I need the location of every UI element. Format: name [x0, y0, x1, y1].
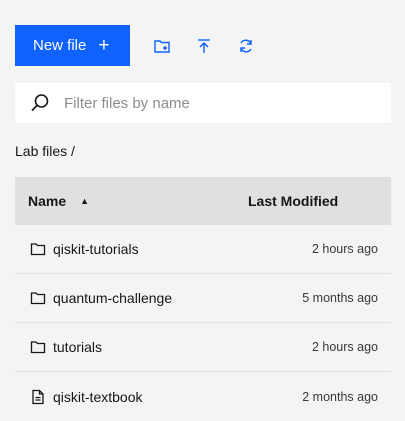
sort-ascending-icon: ▲ [80, 196, 90, 206]
name-column-header[interactable]: Name ▲ [15, 193, 248, 209]
new-folder-icon[interactable] [151, 35, 173, 57]
last-modified-column-header[interactable]: Last Modified [248, 193, 338, 209]
search-icon [30, 93, 50, 113]
document-icon [30, 389, 46, 405]
last-modified-time: 2 months ago [302, 389, 378, 404]
folder-icon [30, 290, 46, 306]
table-row[interactable]: qiskit-textbook 2 months ago [15, 372, 391, 421]
file-toolbar: New file + [15, 25, 130, 66]
file-name: qiskit-tutorials [53, 241, 139, 257]
table-row[interactable]: qiskit-tutorials 2 hours ago [15, 225, 391, 274]
refresh-icon[interactable] [235, 35, 257, 57]
folder-icon [30, 339, 46, 355]
last-modified-time: 5 months ago [302, 291, 378, 305]
file-name: qiskit-textbook [53, 388, 143, 405]
folder-icon [30, 241, 46, 257]
last-modified-time: 2 hours ago [311, 340, 378, 354]
file-table: Name ▲ Last Modified qiskit-tutorials 2 … [15, 177, 391, 421]
new-file-label: New file [33, 37, 87, 54]
name-column-label: Name [28, 193, 67, 209]
table-header: Name ▲ Last Modified [15, 177, 391, 225]
file-name: tutorials [53, 339, 103, 355]
new-file-button[interactable]: New file + [15, 25, 130, 66]
plus-icon: + [98, 35, 110, 56]
filter-search-box [15, 83, 391, 123]
upload-icon[interactable] [193, 35, 215, 57]
filter-files-input[interactable] [64, 94, 364, 112]
last-modified-time: 2 hours ago [311, 242, 378, 256]
breadcrumb[interactable]: Lab files / [15, 143, 75, 159]
table-row[interactable]: quantum-challenge 5 months ago [15, 274, 391, 323]
file-name: quantum-challenge [53, 290, 173, 306]
table-row[interactable]: tutorials 2 hours ago [15, 323, 391, 372]
